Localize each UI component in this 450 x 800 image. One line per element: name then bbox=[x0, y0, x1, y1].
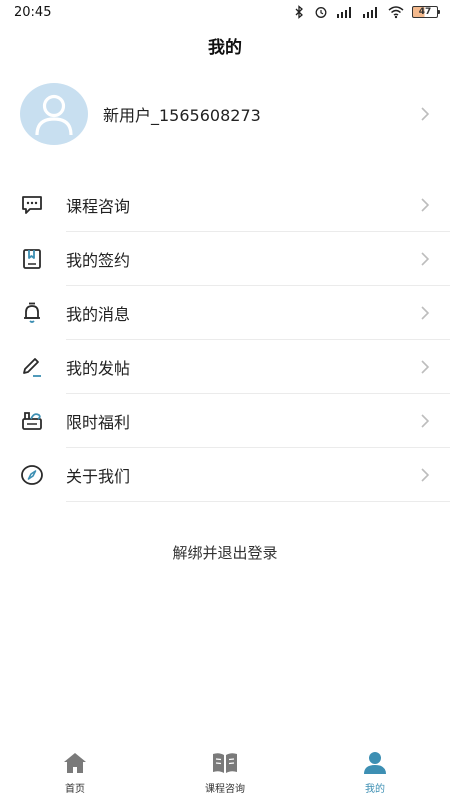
default-user-icon bbox=[35, 94, 73, 136]
gift-icon bbox=[18, 407, 46, 435]
menu-item-my-posts[interactable]: 我的发帖 bbox=[0, 340, 450, 394]
bluetooth-icon bbox=[295, 5, 303, 19]
chevron-right-icon bbox=[421, 107, 430, 121]
signal-hd-icon bbox=[337, 7, 351, 18]
home-icon bbox=[61, 749, 89, 777]
chevron-right-icon bbox=[421, 198, 430, 212]
chevron-right-icon bbox=[421, 252, 430, 266]
user-icon bbox=[361, 749, 389, 777]
bottom-nav: 首页 课程咨询 我的 bbox=[0, 744, 450, 800]
menu-item-limited-offers[interactable]: 限时福利 bbox=[0, 394, 450, 448]
profile-row[interactable]: 新用户_1565608273 bbox=[0, 70, 450, 158]
nav-tab-course-consult[interactable]: 课程咨询 bbox=[165, 749, 285, 795]
chevron-right-icon bbox=[421, 414, 430, 428]
nav-label: 我的 bbox=[365, 784, 385, 795]
logout-button[interactable]: 解绑并退出登录 bbox=[0, 542, 450, 563]
menu-item-label: 限时福利 bbox=[66, 413, 131, 432]
chat-icon bbox=[18, 191, 46, 219]
menu-item-label: 我的发帖 bbox=[66, 359, 131, 378]
menu-list: 课程咨询 我的签约 我的消息 我的发帖 限时福利 关于我们 bbox=[0, 178, 450, 502]
menu-item-about-us[interactable]: 关于我们 bbox=[0, 448, 450, 502]
menu-item-my-contracts[interactable]: 我的签约 bbox=[0, 232, 450, 286]
pen-icon bbox=[18, 353, 46, 381]
nav-label: 课程咨询 bbox=[205, 784, 245, 795]
chevron-right-icon bbox=[421, 360, 430, 374]
alarm-icon bbox=[315, 7, 327, 18]
chevron-right-icon bbox=[421, 468, 430, 482]
menu-item-label: 我的消息 bbox=[66, 305, 131, 324]
status-time: 20:45 bbox=[14, 4, 52, 20]
signal-icon bbox=[363, 7, 377, 18]
profile-username: 新用户_1565608273 bbox=[103, 106, 261, 125]
menu-item-label: 关于我们 bbox=[66, 467, 131, 486]
nav-tab-mine[interactable]: 我的 bbox=[315, 749, 435, 795]
nav-tab-home[interactable]: 首页 bbox=[15, 749, 135, 795]
wifi-icon bbox=[388, 6, 404, 19]
menu-item-course-consult[interactable]: 课程咨询 bbox=[0, 178, 450, 232]
avatar[interactable] bbox=[20, 83, 88, 145]
chevron-right-icon bbox=[421, 306, 430, 320]
bookmark-book-icon bbox=[18, 245, 46, 273]
book-icon bbox=[211, 749, 239, 777]
page-title: 我的 bbox=[208, 37, 242, 58]
nav-label: 首页 bbox=[65, 784, 85, 795]
menu-item-label: 课程咨询 bbox=[66, 197, 131, 216]
status-bar: 20:45 47 bbox=[0, 0, 450, 24]
battery-icon: 47 bbox=[412, 6, 440, 18]
bell-icon bbox=[18, 299, 46, 327]
compass-icon bbox=[18, 461, 46, 489]
status-icons: 47 bbox=[292, 5, 440, 19]
battery-level: 47 bbox=[418, 7, 432, 17]
menu-item-label: 我的签约 bbox=[66, 251, 131, 270]
menu-item-my-messages[interactable]: 我的消息 bbox=[0, 286, 450, 340]
